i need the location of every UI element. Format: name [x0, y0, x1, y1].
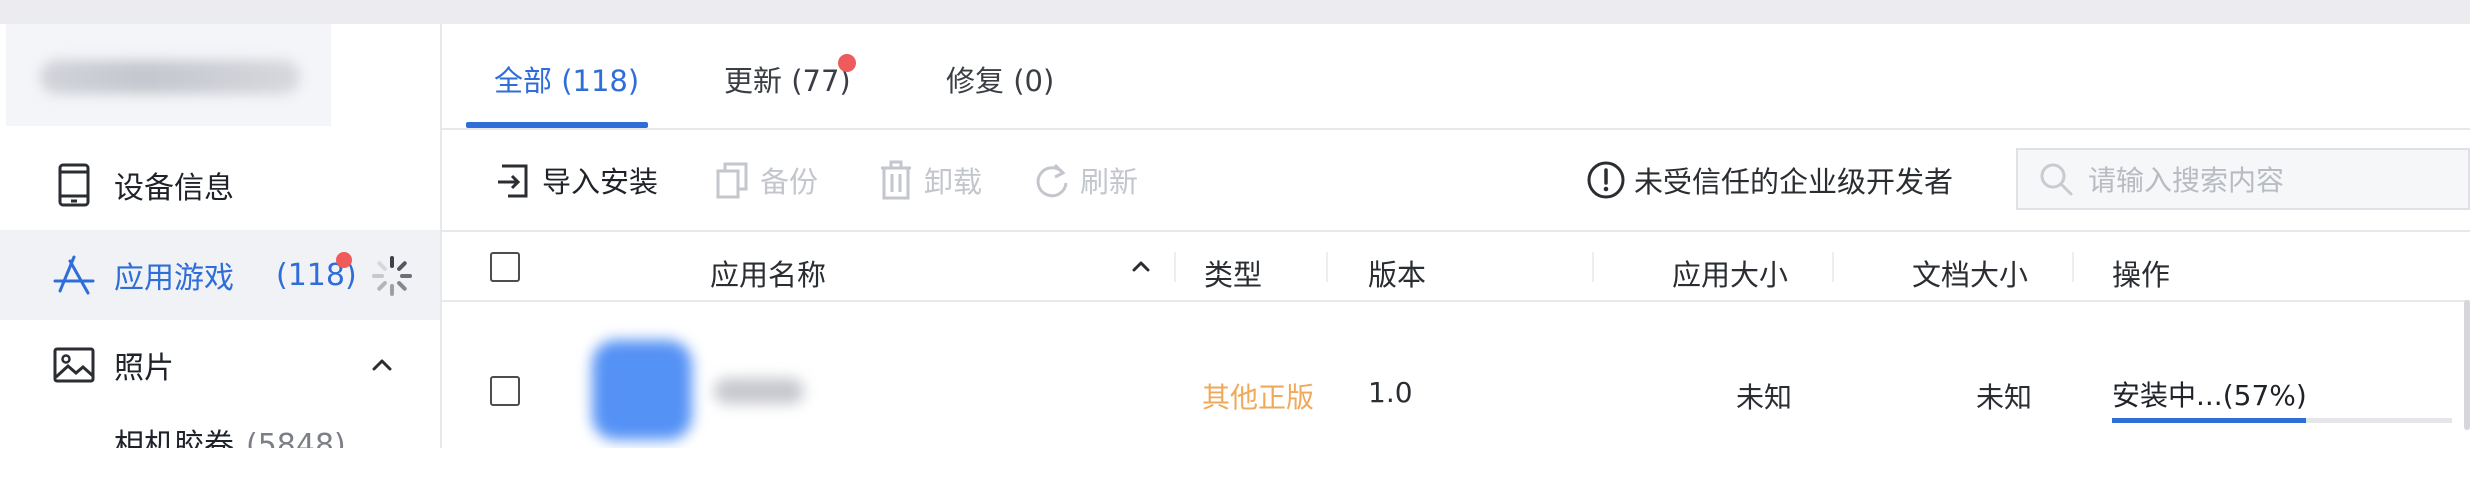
sidebar-item-label: 照片	[114, 351, 174, 386]
notification-badge	[838, 54, 856, 72]
column-header-app-name[interactable]: 应用名称	[710, 252, 826, 294]
uninstall-label: 卸载	[924, 165, 983, 199]
table-header: 应用名称 类型 版本 应用大小 文档大小 操作	[442, 232, 2470, 302]
import-icon	[494, 160, 534, 200]
sidebar-item-label: 设备信息	[114, 171, 234, 206]
photo-icon	[52, 343, 96, 387]
loading-spinner-icon	[370, 254, 414, 298]
row-checkbox[interactable]	[490, 376, 520, 406]
chevron-up-icon[interactable]	[368, 351, 396, 379]
refresh-label: 刷新	[1080, 165, 1139, 199]
app-size: 未知	[1736, 381, 1793, 414]
sort-up-icon[interactable]	[1128, 254, 1154, 280]
table-row[interactable]: 其他正版 1.0 未知 未知 安装中...(57%)	[442, 302, 2470, 448]
app-version: 1.0	[1368, 376, 1413, 409]
trash-icon	[876, 160, 916, 200]
sidebar-item-photos[interactable]: 照片	[0, 320, 440, 410]
search-input[interactable]: 请输入搜索内容	[2016, 148, 2470, 210]
tab-repair[interactable]: 修复 (0)	[946, 58, 1054, 100]
device-selector[interactable]	[6, 24, 331, 126]
phone-icon	[52, 163, 96, 207]
column-header-version: 版本	[1368, 258, 1427, 292]
app-type: 其他正版	[1202, 381, 1315, 414]
app-name-blurred	[714, 378, 804, 404]
install-progress-bar	[2112, 418, 2452, 423]
uninstall-button[interactable]: 卸载	[876, 160, 982, 200]
column-divider	[2072, 252, 2074, 282]
column-divider	[1174, 252, 1176, 282]
untrusted-developer-label: 未受信任的企业级开发者	[1634, 165, 1954, 199]
search-placeholder: 请输入搜索内容	[2088, 164, 2285, 197]
column-divider	[1326, 252, 1328, 282]
import-install-button[interactable]: 导入安装	[494, 160, 658, 200]
page-bottom-area	[0, 448, 2470, 502]
main-panel: 全部 (118) 更新 (77) 修复 (0) 导入安装 备份 卸载 刷新 未受…	[442, 24, 2470, 448]
sidebar-item-device-info[interactable]: 设备信息	[0, 140, 440, 230]
backup-button[interactable]: 备份	[712, 160, 818, 200]
install-status: 安装中...(57%)	[2112, 379, 2307, 412]
sidebar-item-label: 应用游戏	[114, 261, 234, 296]
refresh-icon	[1032, 160, 1072, 200]
column-header-action: 操作	[2112, 258, 2171, 292]
column-header-doc-size: 文档大小	[1912, 258, 2029, 292]
notification-badge	[336, 252, 352, 268]
import-install-label: 导入安装	[542, 165, 659, 199]
doc-size: 未知	[1976, 381, 2033, 414]
app-store-icon	[52, 253, 96, 297]
toolbar: 导入安装 备份 卸载 刷新 未受信任的企业级开发者 请输入搜索内容	[442, 130, 2470, 232]
device-name-blurred	[40, 60, 300, 94]
refresh-button[interactable]: 刷新	[1032, 160, 1138, 200]
column-divider	[1592, 252, 1594, 282]
tab-updates[interactable]: 更新 (77)	[724, 58, 851, 100]
app-icon	[592, 340, 692, 440]
tab-all[interactable]: 全部 (118)	[494, 58, 639, 100]
select-all-checkbox[interactable]	[490, 252, 520, 282]
copy-icon	[712, 160, 752, 200]
warning-icon	[1586, 160, 1626, 200]
scrollbar[interactable]	[2464, 300, 2470, 430]
active-tab-indicator	[466, 122, 648, 128]
install-progress-fill	[2112, 418, 2306, 423]
column-header-app-size: 应用大小	[1672, 258, 1789, 292]
search-icon	[2038, 161, 2074, 197]
untrusted-developer-link[interactable]: 未受信任的企业级开发者	[1586, 160, 1953, 200]
column-divider	[1832, 252, 1834, 282]
sidebar: 设备信息 应用游戏 (118) 照片 相机胶卷 (5848)	[0, 24, 442, 463]
backup-label: 备份	[760, 165, 819, 199]
window-top-strip	[0, 0, 2470, 24]
tab-bar: 全部 (118) 更新 (77) 修复 (0)	[442, 24, 2470, 130]
column-header-type: 类型	[1204, 258, 1263, 292]
sidebar-item-apps[interactable]: 应用游戏 (118)	[0, 230, 440, 320]
